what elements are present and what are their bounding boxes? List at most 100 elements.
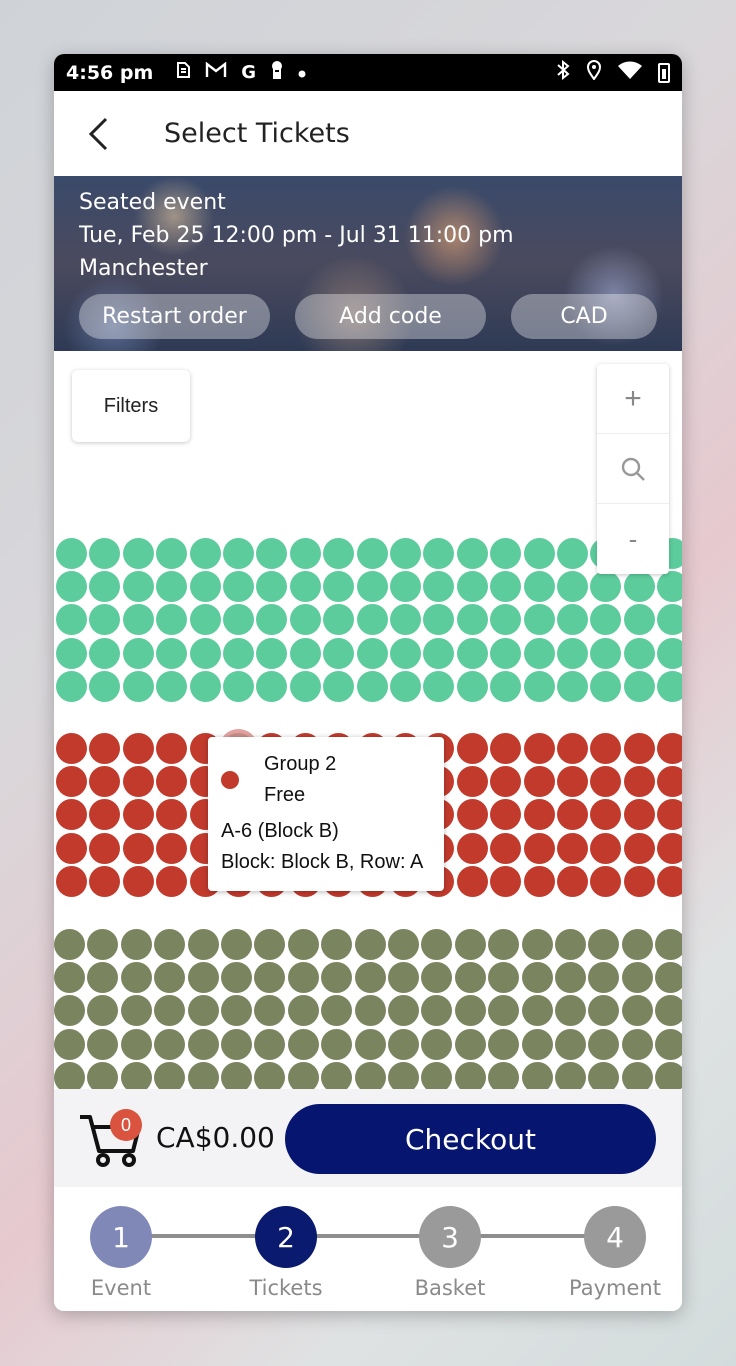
seat[interactable]	[557, 733, 588, 764]
seat[interactable]	[221, 929, 252, 960]
seat[interactable]	[122, 637, 154, 669]
seat[interactable]	[87, 962, 119, 994]
seat[interactable]	[456, 538, 488, 569]
seat[interactable]	[156, 832, 188, 864]
seat[interactable]	[156, 571, 188, 603]
seat[interactable]	[621, 1061, 653, 1089]
seat[interactable]	[488, 995, 520, 1027]
filters-button[interactable]: Filters	[72, 370, 190, 442]
seat[interactable]	[657, 670, 682, 702]
seat[interactable]	[54, 995, 85, 1027]
seat[interactable]	[223, 637, 254, 669]
seat[interactable]	[56, 538, 87, 569]
seat[interactable]	[87, 1061, 119, 1089]
seat[interactable]	[156, 865, 188, 897]
seat[interactable]	[87, 929, 119, 960]
seat[interactable]	[555, 1028, 586, 1060]
seat[interactable]	[590, 571, 622, 603]
seat[interactable]	[655, 962, 682, 994]
seat[interactable]	[354, 962, 386, 994]
seat[interactable]	[488, 962, 520, 994]
seat[interactable]	[156, 670, 188, 702]
seat[interactable]	[421, 962, 453, 994]
step-3[interactable]: 3	[419, 1206, 481, 1268]
seat[interactable]	[456, 670, 488, 702]
seat[interactable]	[122, 766, 154, 798]
seat[interactable]	[621, 1028, 653, 1060]
seat[interactable]	[490, 733, 522, 764]
seat[interactable]	[289, 571, 321, 603]
seat[interactable]	[223, 571, 254, 603]
seat[interactable]	[356, 670, 388, 702]
seat[interactable]	[557, 604, 588, 636]
seat[interactable]	[388, 962, 419, 994]
seat[interactable]	[523, 832, 555, 864]
seat[interactable]	[621, 929, 653, 960]
seat[interactable]	[256, 670, 288, 702]
seat[interactable]	[54, 1061, 85, 1089]
seat[interactable]	[657, 766, 682, 798]
seat[interactable]	[421, 1028, 453, 1060]
seat[interactable]	[254, 962, 286, 994]
seat[interactable]	[89, 604, 121, 636]
seat[interactable]	[289, 538, 321, 569]
seat[interactable]	[89, 799, 121, 831]
seat[interactable]	[456, 799, 488, 831]
seat[interactable]	[354, 1028, 386, 1060]
seat[interactable]	[454, 962, 486, 994]
seat[interactable]	[423, 604, 455, 636]
seat[interactable]	[621, 962, 653, 994]
seat[interactable]	[323, 538, 355, 569]
seat[interactable]	[490, 766, 522, 798]
seat[interactable]	[590, 604, 622, 636]
seat[interactable]	[89, 832, 121, 864]
seat[interactable]	[287, 929, 319, 960]
seat[interactable]	[323, 637, 355, 669]
seat[interactable]	[221, 1061, 252, 1089]
seat[interactable]	[221, 1028, 252, 1060]
seat[interactable]	[555, 1061, 586, 1089]
seat[interactable]	[490, 604, 522, 636]
seat[interactable]	[122, 604, 154, 636]
seat[interactable]	[89, 637, 121, 669]
seat[interactable]	[590, 799, 622, 831]
seat[interactable]	[490, 799, 522, 831]
seat[interactable]	[590, 766, 622, 798]
seat[interactable]	[156, 733, 188, 764]
seat[interactable]	[56, 865, 87, 897]
seat[interactable]	[89, 538, 121, 569]
seat[interactable]	[557, 571, 588, 603]
seat[interactable]	[154, 1061, 186, 1089]
seat[interactable]	[254, 995, 286, 1027]
seat[interactable]	[254, 1061, 286, 1089]
seat[interactable]	[523, 766, 555, 798]
seat[interactable]	[354, 929, 386, 960]
seat[interactable]	[256, 538, 288, 569]
add-code-button[interactable]: Add code	[295, 294, 486, 339]
seat[interactable]	[187, 1028, 219, 1060]
seat[interactable]	[120, 995, 152, 1027]
seat[interactable]	[356, 637, 388, 669]
seat[interactable]	[523, 670, 555, 702]
seat[interactable]	[223, 670, 254, 702]
seat[interactable]	[154, 962, 186, 994]
seat[interactable]	[421, 1061, 453, 1089]
seat[interactable]	[54, 929, 85, 960]
seat[interactable]	[521, 929, 553, 960]
step-2[interactable]: 2	[255, 1206, 317, 1268]
seat[interactable]	[590, 733, 622, 764]
seat[interactable]	[388, 1061, 419, 1089]
seat[interactable]	[423, 538, 455, 569]
seat[interactable]	[456, 604, 488, 636]
seat[interactable]	[588, 1028, 620, 1060]
seat[interactable]	[354, 1061, 386, 1089]
checkout-button[interactable]: Checkout	[285, 1104, 656, 1174]
seat[interactable]	[254, 929, 286, 960]
step-1[interactable]: 1	[90, 1206, 152, 1268]
seat[interactable]	[89, 733, 121, 764]
seat[interactable]	[122, 538, 154, 569]
seat[interactable]	[456, 637, 488, 669]
seat[interactable]	[321, 1028, 353, 1060]
seat[interactable]	[56, 571, 87, 603]
seat[interactable]	[590, 865, 622, 897]
